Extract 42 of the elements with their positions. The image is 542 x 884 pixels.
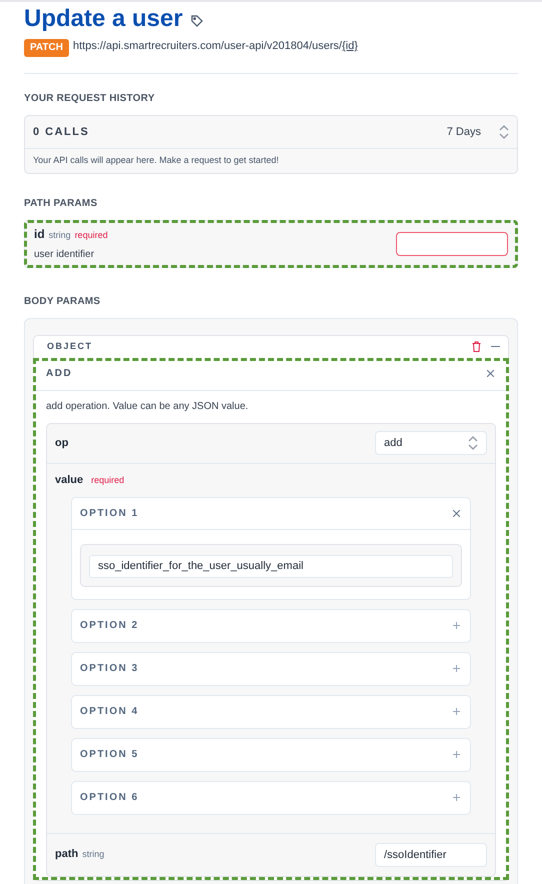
method-badge: PATCH <box>24 39 69 57</box>
option-label: OPTION 5 <box>80 748 139 762</box>
call-count: 0 CALLS <box>33 124 90 140</box>
close-icon[interactable] <box>453 510 460 517</box>
range-select[interactable]: 7 Days <box>446 124 509 140</box>
field-name: value <box>55 472 84 488</box>
operation-description: add operation. Value can be any JSON value. <box>45 400 250 414</box>
plus-icon[interactable] <box>453 665 460 672</box>
page-title: Update a user <box>24 4 183 34</box>
option-label: OPTION 3 <box>80 662 139 676</box>
chevron-updown-icon <box>468 435 478 451</box>
option-label: OPTION 6 <box>80 791 139 805</box>
option-label: OPTION 2 <box>80 619 139 633</box>
param-name: id <box>34 226 45 243</box>
section-heading: YOUR REQUEST HISTORY <box>24 92 156 106</box>
close-icon[interactable] <box>487 370 494 377</box>
option-label: OPTION 1 <box>80 507 139 521</box>
field-name: path <box>55 847 78 862</box>
plus-icon[interactable] <box>453 751 460 758</box>
input-field[interactable]: /ssoIdentifier <box>375 842 487 866</box>
chevron-updown-icon <box>499 124 509 140</box>
option-label: OPTION 4 <box>80 705 139 719</box>
section-heading: PATH PARAMS <box>24 196 98 210</box>
input-field[interactable]: sso_identifier_for_the_user_usually_email <box>89 554 453 578</box>
empty-message: Your API calls will appear here. Make a request to get started! <box>32 154 280 167</box>
input-field[interactable] <box>396 232 508 256</box>
field-name: op <box>55 436 68 451</box>
param-type: string <box>82 848 104 862</box>
required-label: required <box>91 474 124 487</box>
object-label: OBJECT <box>47 340 93 353</box>
plus-icon[interactable] <box>453 622 460 629</box>
tag-icon <box>190 15 203 27</box>
plus-icon[interactable] <box>453 708 460 715</box>
param-type: string <box>48 229 71 242</box>
section-heading: BODY PARAMS <box>24 294 102 308</box>
operation-select[interactable]: add <box>375 431 487 455</box>
operation-label: ADD <box>46 367 72 381</box>
param-description: user identifier <box>34 248 96 262</box>
delete-icon[interactable] <box>472 341 481 352</box>
endpoint-url: https://api.smartrecruiters.com/user-api/v201804/users/{id} <box>72 39 358 53</box>
plus-icon[interactable] <box>453 794 460 801</box>
required-label: required <box>74 229 108 242</box>
